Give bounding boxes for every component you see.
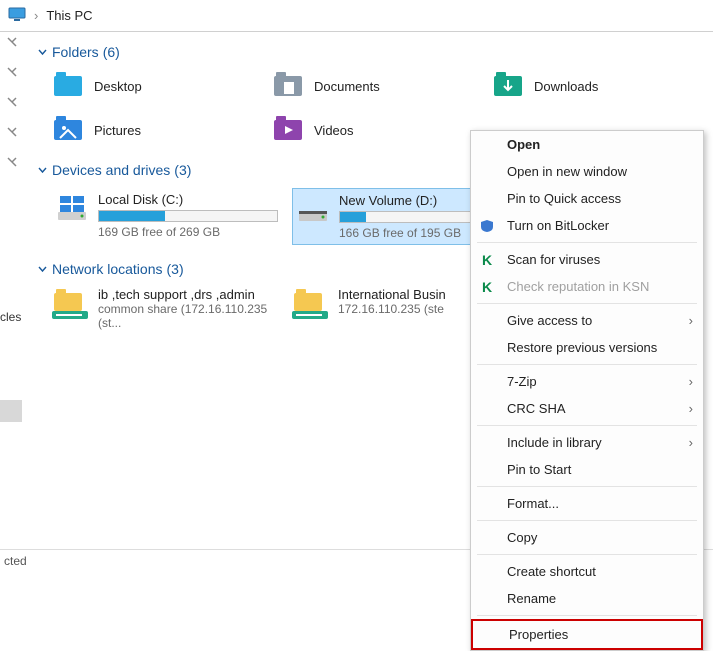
documents-icon xyxy=(272,70,304,102)
ctx-check-ksn: K Check reputation in KSN xyxy=(471,273,703,300)
folder-pictures[interactable]: Pictures xyxy=(52,114,252,146)
ctx-restore-versions[interactable]: Restore previous versions xyxy=(471,334,703,361)
ctx-open[interactable]: Open xyxy=(471,131,703,158)
ctx-give-access[interactable]: Give access to› xyxy=(471,307,703,334)
chevron-down-icon xyxy=(38,48,48,57)
group-drives-label: Devices and drives xyxy=(52,162,170,178)
ctx-format[interactable]: Format... xyxy=(471,490,703,517)
chevron-right-icon: › xyxy=(689,435,693,450)
ctx-rename[interactable]: Rename xyxy=(471,585,703,612)
folder-label: Pictures xyxy=(94,123,141,138)
ctx-properties[interactable]: Properties xyxy=(471,619,703,650)
folder-desktop[interactable]: Desktop xyxy=(52,70,252,102)
status-text: cted xyxy=(4,554,27,568)
group-folders-count: (6) xyxy=(103,44,120,60)
bitlocker-icon xyxy=(479,218,495,234)
desktop-icon xyxy=(52,70,84,102)
drive-free-text: 169 GB free of 269 GB xyxy=(98,225,278,239)
ctx-include-library[interactable]: Include in library› xyxy=(471,429,703,456)
folder-label: Downloads xyxy=(534,79,598,94)
group-network-label: Network locations xyxy=(52,261,163,277)
chevron-right-icon: › xyxy=(689,313,693,328)
network-name: International Busin xyxy=(338,287,446,302)
pictures-icon xyxy=(52,114,84,146)
folder-videos[interactable]: Videos xyxy=(272,114,472,146)
ctx-7zip[interactable]: 7-Zip› xyxy=(471,368,703,395)
drive-icon-windows xyxy=(56,192,88,224)
ctx-create-shortcut[interactable]: Create shortcut xyxy=(471,558,703,585)
folder-downloads[interactable]: Downloads xyxy=(492,70,692,102)
drive-icon xyxy=(297,193,329,225)
context-menu: Open Open in new window Pin to Quick acc… xyxy=(470,130,704,651)
ctx-bitlocker[interactable]: Turn on BitLocker xyxy=(471,212,703,239)
folder-label: Videos xyxy=(314,123,354,138)
folder-label: Desktop xyxy=(94,79,142,94)
ctx-pin-start[interactable]: Pin to Start xyxy=(471,456,703,483)
network-folder-icon xyxy=(292,287,328,321)
group-drives-count: (3) xyxy=(174,162,191,178)
ctx-open-new-window[interactable]: Open in new window xyxy=(471,158,703,185)
group-network-count: (3) xyxy=(167,261,184,277)
network-share-a[interactable]: ib ,tech support ,drs ,admin common shar… xyxy=(52,287,282,330)
chevron-down-icon xyxy=(38,166,48,175)
network-folder-icon xyxy=(52,287,88,321)
chevron-down-icon xyxy=(38,265,48,274)
folder-label: Documents xyxy=(314,79,380,94)
drive-c[interactable]: Local Disk (C:) 169 GB free of 269 GB xyxy=(52,188,282,245)
folder-documents[interactable]: Documents xyxy=(272,70,472,102)
kaspersky-icon: K xyxy=(479,252,495,268)
network-name: ib ,tech support ,drs ,admin xyxy=(98,287,282,302)
kaspersky-icon: K xyxy=(479,279,495,295)
drive-usage-bar xyxy=(98,210,278,222)
group-folders[interactable]: Folders (6) xyxy=(38,44,713,60)
breadcrumb-title[interactable]: This PC xyxy=(46,8,92,23)
network-path: 172.16.110.235 (ste xyxy=(338,302,446,316)
ctx-pin-quick-access[interactable]: Pin to Quick access xyxy=(471,185,703,212)
downloads-icon xyxy=(492,70,524,102)
ctx-copy[interactable]: Copy xyxy=(471,524,703,551)
ctx-scan-viruses[interactable]: K Scan for viruses xyxy=(471,246,703,273)
chevron-right-icon: › xyxy=(689,401,693,416)
network-path: common share (172.16.110.235 (st... xyxy=(98,302,282,330)
drive-name: Local Disk (C:) xyxy=(98,192,278,207)
chevron-right-icon: › xyxy=(689,374,693,389)
videos-icon xyxy=(272,114,304,146)
chevron-right-icon: › xyxy=(34,8,38,23)
group-folders-label: Folders xyxy=(52,44,99,60)
ctx-crc-sha[interactable]: CRC SHA› xyxy=(471,395,703,422)
address-bar[interactable]: › This PC xyxy=(0,0,713,32)
pc-icon xyxy=(8,7,26,24)
